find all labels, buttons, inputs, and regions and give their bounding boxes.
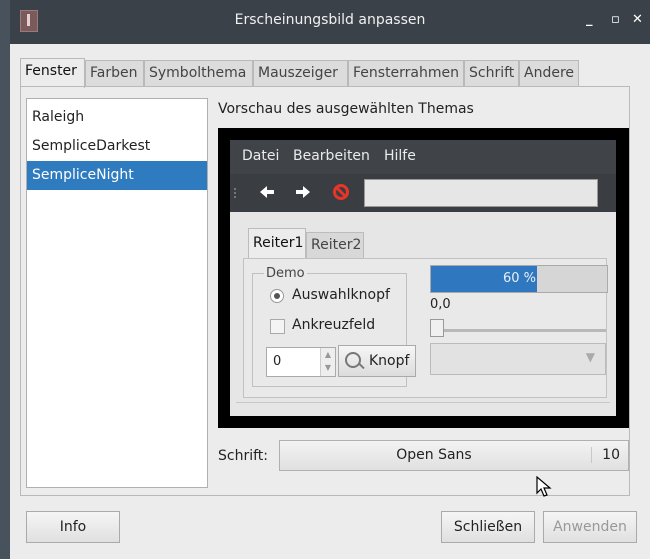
preview-toolbar bbox=[230, 174, 616, 212]
preview-menubar: Datei Bearbeiten Hilfe bbox=[230, 140, 616, 174]
stop-icon bbox=[332, 183, 350, 205]
toolbar-grip bbox=[234, 188, 238, 198]
demo-scale-value: 0,0 bbox=[430, 297, 451, 312]
mouse-pointer-icon bbox=[536, 475, 552, 502]
tab-mauszeiger[interactable]: Mauszeiger bbox=[253, 60, 348, 86]
progress-text: 60 % bbox=[503, 271, 537, 286]
tab-symbolthema[interactable]: Symbolthema bbox=[144, 60, 253, 86]
tab-fensterrahmen[interactable]: Fensterrahmen bbox=[348, 60, 464, 86]
demo-scale-handle bbox=[430, 319, 444, 337]
preview-menu-bearbeiten: Bearbeiten bbox=[293, 148, 370, 164]
demo-spin-button: 0 ▲ ▼ bbox=[266, 347, 336, 377]
apply-button[interactable]: Anwenden bbox=[543, 511, 637, 543]
font-size: 10 bbox=[591, 447, 620, 463]
font-name: Open Sans bbox=[396, 447, 472, 463]
chevron-down-icon: ▼ bbox=[585, 350, 595, 364]
spin-arrows-icon: ▲ ▼ bbox=[320, 348, 335, 376]
close-window-button[interactable]: ✕ bbox=[632, 12, 643, 27]
demo-progress-bar: 60 % bbox=[430, 265, 608, 293]
theme-item-sempliced-darkest[interactable]: SempliceDarkest bbox=[27, 132, 207, 161]
preview-notebook: Demo Auswahlknopf Ankreuzfeld 0 ▲ ▼ Knopf… bbox=[243, 258, 608, 398]
preview-tab-reiter1: Reiter1 bbox=[248, 228, 306, 258]
demo-combo-box: ▼ bbox=[430, 343, 606, 375]
demo-button: Knopf bbox=[338, 345, 416, 377]
arrow-right-icon bbox=[294, 183, 312, 205]
preview-url-field bbox=[364, 179, 598, 207]
demo-scale-trough bbox=[434, 329, 606, 332]
tab-farben[interactable]: Farben bbox=[85, 60, 144, 86]
preview-tab-reiter2: Reiter2 bbox=[306, 232, 364, 258]
magnifier-icon bbox=[345, 352, 361, 368]
tab-andere[interactable]: Andere bbox=[519, 60, 579, 86]
window-title: Erscheinungsbild anpassen bbox=[234, 12, 426, 28]
info-button[interactable]: Info bbox=[26, 511, 120, 543]
demo-radio-label: Auswahlknopf bbox=[292, 287, 390, 303]
demo-checkbox bbox=[270, 319, 285, 334]
preview-title: Vorschau des ausgewählten Themas bbox=[218, 101, 474, 117]
preview-window: Datei Bearbeiten Hilfe Reiter1 Reiter2 D… bbox=[230, 140, 616, 416]
theme-item-raleigh[interactable]: Raleigh bbox=[27, 103, 207, 132]
font-label: Schrift: bbox=[218, 448, 268, 464]
demo-radio bbox=[270, 289, 284, 303]
theme-list[interactable]: Raleigh SempliceDarkest SempliceNight bbox=[26, 98, 208, 488]
preview-menu-hilfe: Hilfe bbox=[384, 148, 416, 164]
tab-schrift[interactable]: Schrift bbox=[464, 60, 519, 86]
demo-frame-label: Demo bbox=[264, 266, 307, 281]
demo-checkbox-label: Ankreuzfeld bbox=[292, 317, 376, 333]
arrow-left-icon bbox=[258, 183, 276, 205]
theme-item-semplice-night[interactable]: SempliceNight bbox=[27, 161, 207, 190]
maximize-button[interactable]: ▫ bbox=[611, 12, 620, 27]
preview-statusbar bbox=[236, 402, 610, 403]
demo-spin-value: 0 bbox=[273, 354, 282, 369]
close-button[interactable]: Schließen bbox=[441, 511, 535, 543]
tab-fenster[interactable]: Fenster bbox=[20, 58, 85, 88]
font-chooser-button[interactable]: Open Sans 10 bbox=[279, 440, 629, 471]
theme-preview: Datei Bearbeiten Hilfe Reiter1 Reiter2 D… bbox=[218, 128, 629, 428]
demo-button-label: Knopf bbox=[369, 353, 410, 369]
preview-menu-datei: Datei bbox=[242, 148, 280, 164]
minimize-button[interactable]: _ bbox=[586, 12, 593, 27]
title-bar[interactable]: Erscheinungsbild anpassen _ ▫ ✕ bbox=[10, 0, 650, 44]
